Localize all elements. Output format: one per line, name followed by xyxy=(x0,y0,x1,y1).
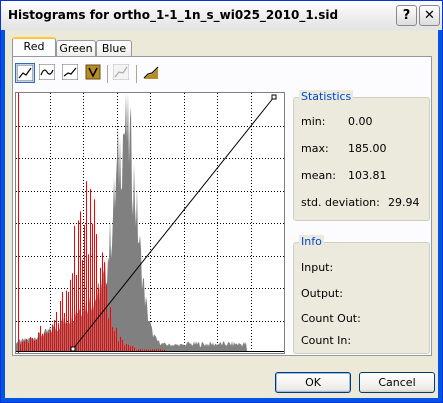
count-in-label: Count In: xyxy=(301,334,352,347)
tab-red[interactable]: Red xyxy=(12,37,56,58)
stretch-handle-low xyxy=(70,346,76,352)
info-title: Info xyxy=(299,235,324,248)
count-out-label: Count Out: xyxy=(301,312,361,325)
min-value: 0.00 xyxy=(348,115,373,128)
histogram-equalize-icon[interactable] xyxy=(84,63,104,83)
close-button[interactable]: ✕ xyxy=(419,5,440,26)
statistics-title: Statistics xyxy=(299,90,354,103)
input-label: Input: xyxy=(301,261,334,274)
max-value: 185.00 xyxy=(348,142,387,155)
title-bar[interactable]: Histograms for ortho_1-1_1n_s_wi025_2010… xyxy=(1,1,442,30)
toolbar-separator xyxy=(107,65,108,83)
dialog-client-area: Red Green Blue Statistics min: 0.00 max:… xyxy=(5,30,438,398)
custom-curve-icon xyxy=(112,63,132,83)
statistics-group: Statistics min: 0.00 max: 185.00 mean: 1… xyxy=(293,90,430,221)
histogram-plot[interactable] xyxy=(15,92,285,354)
histogram-canvas[interactable] xyxy=(16,93,284,353)
help-button[interactable]: ? xyxy=(396,5,417,26)
stretch-handle-high xyxy=(271,94,277,100)
mean-label: mean: xyxy=(301,169,336,182)
histogram-dialog: Histograms for ortho_1-1_1n_s_wi025_2010… xyxy=(0,0,443,403)
mean-value: 103.81 xyxy=(348,169,387,182)
max-label: max: xyxy=(301,142,329,155)
toolbar-separator xyxy=(136,65,137,83)
info-group: Info Input: Output: Count Out: Count In: xyxy=(293,235,430,354)
curve-icon[interactable] xyxy=(38,63,58,83)
auto-stretch-icon[interactable] xyxy=(142,63,162,83)
gamma-curve-icon[interactable] xyxy=(61,63,81,83)
linear-stretch-icon[interactable] xyxy=(15,63,35,83)
output-label: Output: xyxy=(301,287,343,300)
std-deviation-value: 29.94 xyxy=(388,196,420,209)
window-title: Histograms for ortho_1-1_1n_s_wi025_2010… xyxy=(8,8,339,22)
cancel-button[interactable]: Cancel xyxy=(359,372,435,393)
std-deviation-label: std. deviation: xyxy=(301,196,380,209)
min-label: min: xyxy=(301,115,326,128)
ok-button[interactable]: OK xyxy=(275,372,351,393)
toolbar xyxy=(13,62,413,89)
